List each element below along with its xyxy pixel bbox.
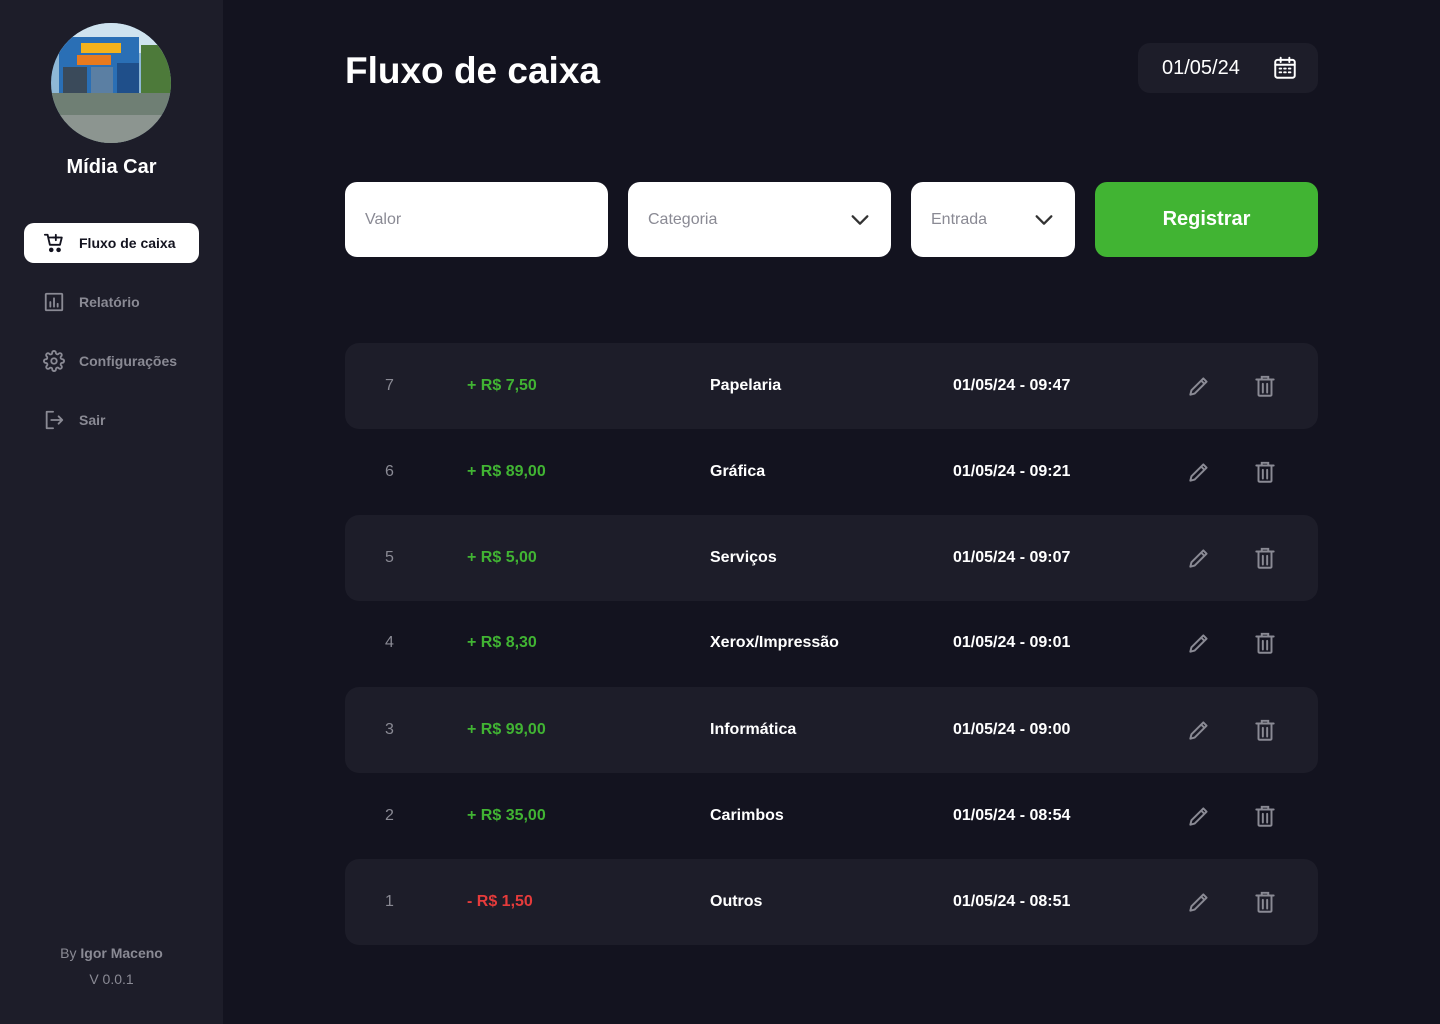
sidebar-item-fluxo-de-caixa[interactable]: Fluxo de caixa [24, 223, 199, 263]
row-id: 5 [385, 549, 394, 566]
brand-name: Mídia Car [66, 156, 157, 178]
sidebar-item-label: Relatório [79, 294, 140, 310]
row-category: Outros [710, 893, 763, 910]
row-datetime: 01/05/24 - 09:01 [953, 634, 1071, 651]
trash-icon[interactable] [1252, 717, 1278, 743]
row-id: 7 [385, 377, 394, 394]
row-amount: + R$ 7,50 [467, 377, 537, 394]
edit-icon[interactable] [1186, 545, 1212, 571]
row-datetime: 01/05/24 - 08:54 [953, 807, 1071, 824]
trash-icon[interactable] [1252, 889, 1278, 915]
row-category: Serviços [710, 549, 777, 566]
edit-icon[interactable] [1186, 803, 1212, 829]
row-id: 1 [385, 893, 394, 910]
table-row: 3 + R$ 99,00 Informática 01/05/24 - 09:0… [345, 687, 1318, 773]
sidebar-item-label: Fluxo de caixa [79, 235, 176, 251]
footer-by-prefix: By [60, 945, 77, 961]
sidebar-item-sair[interactable]: Sair [24, 400, 199, 440]
calendar-icon[interactable] [1272, 55, 1298, 81]
row-id: 3 [385, 721, 394, 738]
row-category: Gráfica [710, 463, 766, 480]
valor-field[interactable] [345, 182, 608, 257]
edit-icon[interactable] [1186, 630, 1212, 656]
tipo-select-value: Entrada [931, 210, 988, 228]
valor-input[interactable] [365, 210, 608, 229]
table-row: 6 + R$ 89,00 Gráfica 01/05/24 - 09:21 [345, 429, 1318, 515]
row-datetime: 01/05/24 - 08:51 [953, 893, 1071, 910]
row-datetime: 01/05/24 - 09:07 [953, 549, 1071, 566]
categoria-select-value: Categoria [648, 210, 718, 228]
table-row: 2 + R$ 35,00 Carimbos 01/05/24 - 08:54 [345, 773, 1318, 859]
row-datetime: 01/05/24 - 09:00 [953, 721, 1071, 738]
cart-plus-icon [43, 232, 65, 254]
edit-icon[interactable] [1186, 889, 1212, 915]
sidebar-item-relatorio[interactable]: Relatório [24, 282, 199, 322]
table-row: 1 - R$ 1,50 Outros 01/05/24 - 08:51 [345, 859, 1318, 945]
categoria-select[interactable]: Categoria [628, 182, 891, 257]
table-row: 7 + R$ 7,50 Papelaria 01/05/24 - 09:47 [345, 343, 1318, 429]
page-title: Fluxo de caixa [345, 50, 600, 91]
row-amount: + R$ 8,30 [467, 634, 537, 651]
tipo-select[interactable]: Entrada [911, 182, 1075, 257]
registrar-button[interactable]: Registrar [1095, 182, 1318, 257]
logout-icon [43, 409, 65, 431]
avatar [51, 23, 171, 143]
row-category: Carimbos [710, 807, 784, 824]
edit-icon[interactable] [1186, 717, 1212, 743]
row-category: Xerox/Impressão [710, 634, 839, 651]
sidebar-item-label: Configurações [79, 353, 178, 369]
row-id: 4 [385, 634, 394, 651]
bar-chart-icon [43, 291, 65, 313]
chevron-down-icon [1033, 209, 1055, 231]
trash-icon[interactable] [1252, 373, 1278, 399]
row-amount: + R$ 89,00 [467, 463, 546, 480]
edit-icon[interactable] [1186, 373, 1212, 399]
sidebar-item-configuracoes[interactable]: Configurações [24, 341, 199, 381]
row-amount: + R$ 35,00 [467, 807, 546, 824]
date-picker[interactable]: 01/05/24 [1138, 43, 1318, 93]
footer-version: V 0.0.1 [89, 971, 134, 987]
row-datetime: 01/05/24 - 09:47 [953, 377, 1071, 394]
row-amount: - R$ 1,50 [467, 893, 533, 910]
row-id: 6 [385, 463, 394, 480]
row-amount: + R$ 99,00 [467, 721, 546, 738]
sidebar: Mídia Car Fluxo de caixa Relatório Confi… [0, 0, 223, 1024]
sidebar-item-label: Sair [79, 412, 106, 428]
footer-author: Igor Maceno [80, 945, 163, 961]
row-datetime: 01/05/24 - 09:21 [953, 463, 1071, 480]
table-row: 4 + R$ 8,30 Xerox/Impressão 01/05/24 - 0… [345, 600, 1318, 686]
trash-icon[interactable] [1252, 803, 1278, 829]
row-category: Papelaria [710, 377, 782, 394]
gear-icon [43, 350, 65, 372]
chevron-down-icon [849, 209, 871, 231]
table-row: 5 + R$ 5,00 Serviços 01/05/24 - 09:07 [345, 515, 1318, 601]
trash-icon[interactable] [1252, 545, 1278, 571]
edit-icon[interactable] [1186, 459, 1212, 485]
row-category: Informática [710, 721, 797, 738]
trash-icon[interactable] [1252, 459, 1278, 485]
date-value: 01/05/24 [1162, 56, 1240, 79]
storefront-photo-icon [51, 23, 171, 143]
trash-icon[interactable] [1252, 630, 1278, 656]
footer-credit: By Igor Maceno [0, 945, 223, 961]
row-id: 2 [385, 807, 394, 824]
row-amount: + R$ 5,00 [467, 549, 537, 566]
